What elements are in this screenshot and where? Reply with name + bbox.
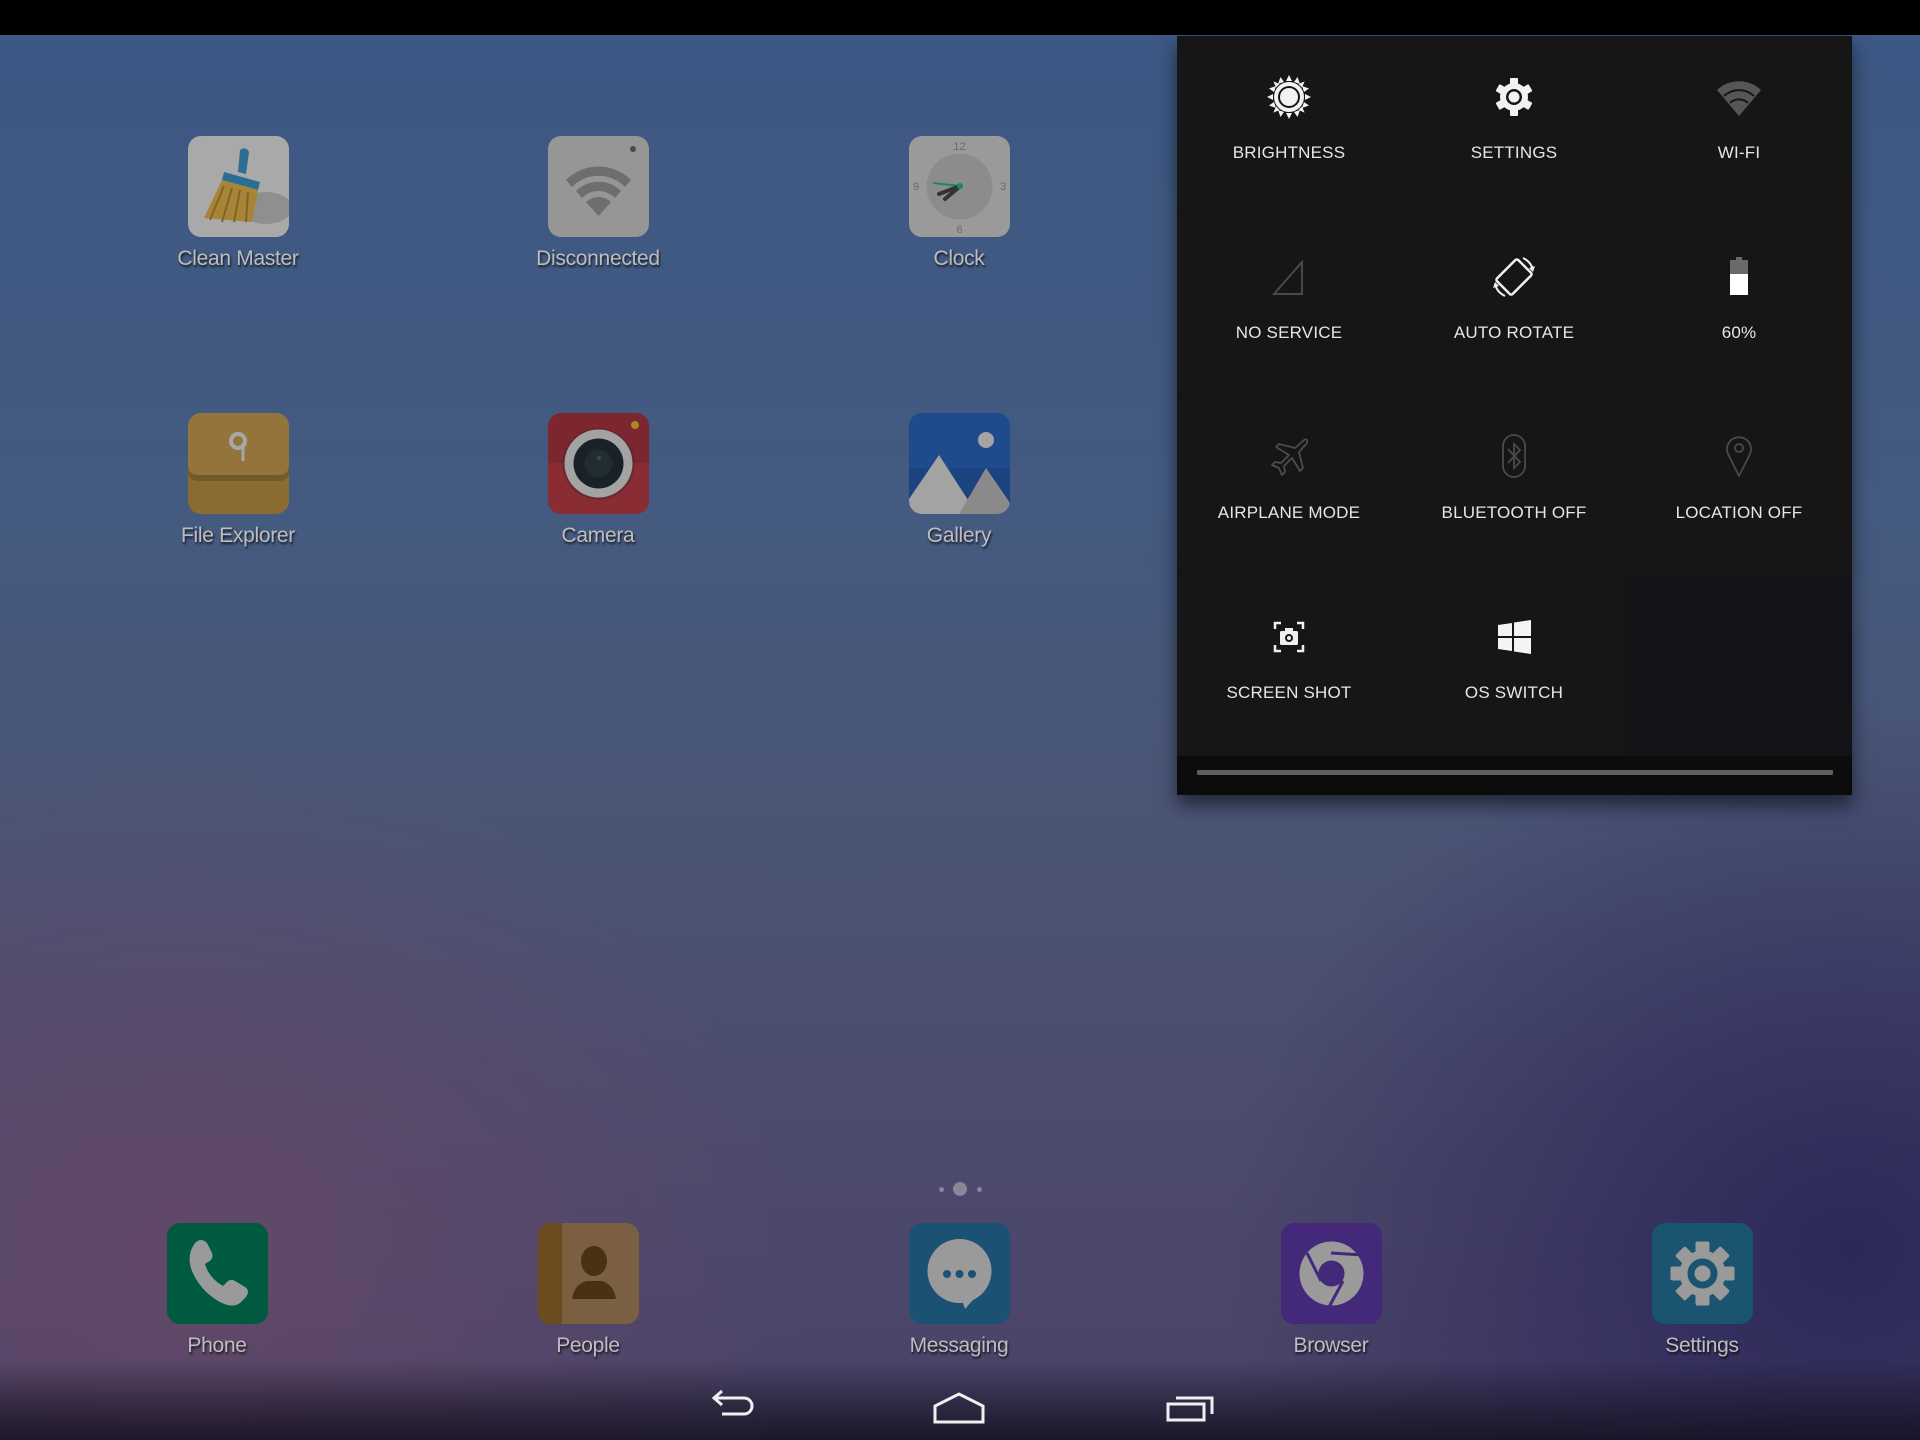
back-icon [711,1389,754,1416]
qs-label: 60% [1721,323,1757,342]
dock-app-messaging[interactable]: Messaging [869,1223,1049,1358]
qs-footer [1177,756,1852,795]
folder-icon [187,413,289,514]
app-clean-master[interactable]: Clean Master [148,136,328,271]
quick-settings-panel: BRIGHTNESS SETTINGS WI-FI NO SERVICE AUT… [1177,36,1852,795]
bluetooth-icon [1489,432,1539,482]
recents-icon [1166,1396,1214,1422]
screenshot-icon [1264,612,1314,662]
page-dot[interactable] [976,1186,982,1192]
app-label: Disconnected [536,247,660,270]
qs-label: NO SERVICE [1235,323,1343,342]
qs-tile-wifi[interactable]: WI-FI [1627,36,1852,216]
app-disconnected[interactable]: Disconnected [508,136,688,271]
chrome-icon [1280,1223,1382,1324]
page-indicator [930,1180,990,1198]
qs-label: WI-FI [1717,143,1761,162]
app-gallery[interactable]: Gallery [869,413,1049,548]
phone-icon [166,1223,268,1324]
app-label: Messaging [909,1334,1009,1357]
brightness-icon [1264,72,1314,122]
qs-tile-airplane-mode[interactable]: AIRPLANE MODE [1177,396,1402,576]
status-bar [0,0,1920,35]
home-icon [933,1392,985,1424]
message-icon [908,1223,1010,1324]
wifi-widget-icon [547,136,649,237]
qs-tile-auto-rotate[interactable]: AUTO ROTATE [1402,216,1627,396]
app-label: Settings [1665,1334,1739,1357]
wifi-icon [1714,72,1764,122]
gear-icon [1489,72,1539,122]
qs-tile-location[interactable]: LOCATION OFF [1627,396,1852,576]
location-icon [1714,432,1764,482]
recents-button[interactable] [1160,1384,1220,1428]
contacts-icon [537,1223,639,1324]
app-label: Camera [561,524,635,547]
qs-label: AIRPLANE MODE [1217,503,1361,522]
gallery-icon [908,413,1010,514]
rotate-icon [1489,252,1539,302]
page-dot[interactable] [938,1186,944,1192]
broom-icon [187,136,289,237]
gear-icon [1651,1223,1753,1324]
qs-label: BRIGHTNESS [1232,143,1346,162]
app-label: Browser [1293,1334,1369,1357]
qs-tile-brightness[interactable]: BRIGHTNESS [1177,36,1402,216]
qs-tile-bluetooth[interactable]: BLUETOOTH OFF [1402,396,1627,576]
app-label: Phone [187,1334,247,1357]
app-camera[interactable]: Camera [508,413,688,548]
dock-app-settings[interactable]: Settings [1612,1223,1792,1358]
app-label: Clock [933,247,985,270]
app-label: File Explorer [181,524,295,547]
back-button[interactable] [702,1384,762,1428]
battery-fill [1730,274,1748,295]
qs-label: OS SWITCH [1464,683,1564,702]
dock-app-browser[interactable]: Browser [1241,1223,1421,1358]
dock-app-phone[interactable]: Phone [127,1223,307,1358]
camera-icon [547,413,649,514]
clock-numeral: 12 [953,141,965,153]
signal-icon [1264,252,1314,302]
qs-tile-screenshot[interactable]: SCREEN SHOT [1177,576,1402,756]
app-clock[interactable]: 12 3 6 9 Clock [869,136,1049,271]
clock-numeral: 3 [999,181,1005,193]
qs-label: SCREEN SHOT [1226,683,1352,702]
app-label: People [556,1334,620,1357]
home-button[interactable] [929,1384,989,1428]
qs-tile-no-service[interactable]: NO SERVICE [1177,216,1402,396]
qs-tile-battery[interactable]: 60% [1627,216,1852,396]
airplane-icon [1264,432,1314,482]
qs-tile-os-switch[interactable]: OS SWITCH [1402,576,1627,756]
app-label: Clean Master [177,247,299,270]
page-dot-active[interactable] [953,1182,967,1196]
qs-tile-settings[interactable]: SETTINGS [1402,36,1627,216]
dock-app-people[interactable]: People [498,1223,678,1358]
app-label: Gallery [926,524,992,547]
windows-icon [1489,612,1539,662]
app-file-explorer[interactable]: File Explorer [148,413,328,548]
qs-tile-empty [1627,576,1852,756]
qs-label: AUTO ROTATE [1453,323,1575,342]
clock-numeral: 9 [912,181,918,193]
clock-numeral: 6 [956,224,962,236]
battery-icon [1714,252,1764,302]
qs-label: LOCATION OFF [1675,503,1803,522]
qs-drag-handle[interactable] [1197,770,1833,775]
qs-label: SETTINGS [1470,143,1558,162]
qs-label: BLUETOOTH OFF [1441,503,1587,522]
clock-icon: 12 3 6 9 [908,136,1010,237]
